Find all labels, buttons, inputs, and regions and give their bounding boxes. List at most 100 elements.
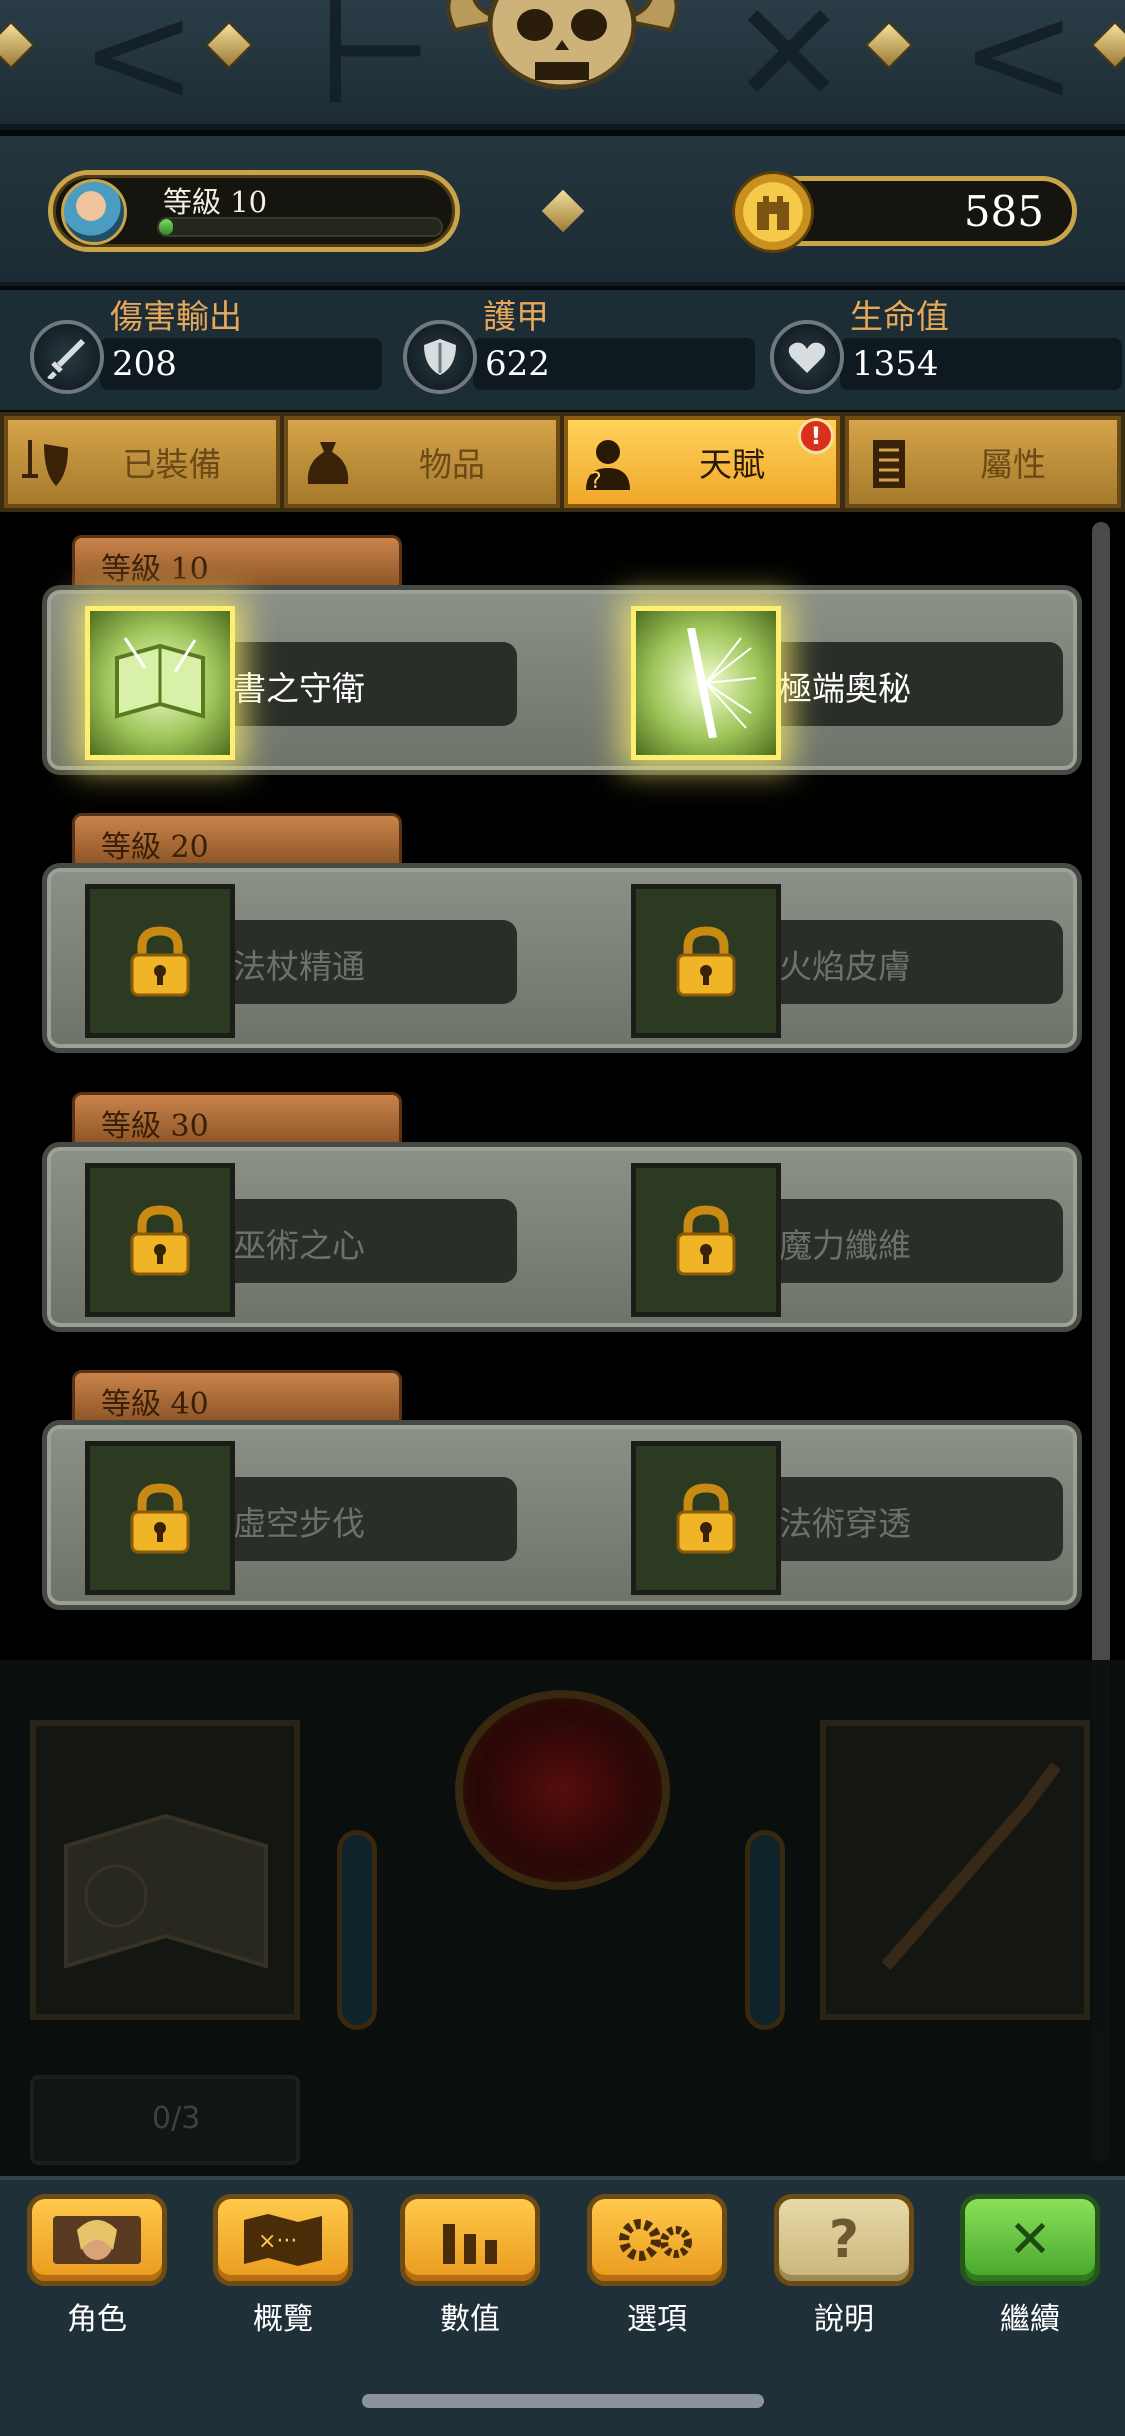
attack-orb[interactable] [455, 1690, 670, 1890]
stats-row: 傷害輸出 208 護甲 622 生命值 1354 [0, 290, 1125, 410]
xp-bar-fill [159, 219, 174, 235]
status-header: 等級 10 585 [0, 136, 1125, 286]
stud-decoration [0, 20, 36, 70]
talent-slot[interactable]: 巫術之心 [67, 1163, 527, 1317]
gold-panel[interactable]: 585 [732, 171, 1077, 253]
bag-icon [307, 442, 349, 484]
spellbook-slot[interactable] [30, 1720, 300, 2020]
talent-name-box: 極端奧秘 [763, 642, 1063, 726]
bar-chart-icon [443, 2224, 497, 2264]
tier-level-label: 等級 40 [101, 1387, 209, 1422]
talent-slot[interactable]: 極端奧秘 [613, 606, 1073, 760]
stat-armor: 護甲 622 [403, 290, 755, 410]
talent-name: 虛空步伐 [233, 1504, 365, 1543]
staff-icon [881, 1762, 1061, 1970]
weapon-slot[interactable] [820, 1720, 1090, 2020]
talent-tier: 等級 40 虛空步伐 法術穿透 [42, 1370, 1082, 1630]
nav-button[interactable]: ? [774, 2194, 914, 2286]
xp-bar [157, 217, 443, 237]
skull-icon [446, 0, 679, 90]
talent-slot[interactable]: 虛空步伐 [67, 1441, 527, 1595]
health-vial [745, 1830, 785, 2030]
talent-name-box: 魔力纖維 [763, 1199, 1063, 1283]
lock-icon [130, 1483, 190, 1554]
talent-slot[interactable]: 書之守衛 [67, 606, 527, 760]
nav-label: 角色 [67, 2302, 127, 2337]
talent-name: 極端奧秘 [779, 669, 911, 708]
tab-talents[interactable]: ? 天賦 ! [564, 416, 840, 508]
tab-label: 天賦 [699, 445, 765, 484]
talent-name: 法術穿透 [779, 1504, 911, 1543]
svg-text:×···: ×··· [258, 2229, 297, 2254]
alert-badge: ! [798, 418, 834, 454]
book-ward-icon [115, 637, 205, 719]
book-icon [64, 1813, 268, 1969]
nav-button[interactable] [587, 2194, 727, 2286]
nav-help[interactable]: ? 說明 [774, 2194, 914, 2344]
stat-value-box: 1354 [840, 338, 1122, 390]
talent-icon-frame [631, 606, 781, 760]
talent-tier: 等級 20 法杖精通 火焰皮膚 [42, 813, 1082, 1073]
level-panel[interactable]: 等級 10 [48, 170, 460, 252]
tier-panel: 虛空步伐 法術穿透 [42, 1420, 1082, 1610]
talent-name-box: 虛空步伐 [217, 1477, 517, 1561]
nav-options[interactable]: 選項 [587, 2194, 727, 2344]
svg-text:?: ? [590, 469, 602, 494]
talent-slot[interactable]: 魔力纖維 [613, 1163, 1073, 1317]
tab-equipped[interactable]: 已裝備 [4, 416, 280, 508]
stat-value: 208 [112, 344, 177, 384]
stud-decoration [864, 20, 914, 70]
stat-value-box: 208 [100, 338, 382, 390]
nav-stats[interactable]: 數值 [400, 2194, 540, 2344]
talent-name-box: 法術穿透 [763, 1477, 1063, 1561]
tier-panel: 書之守衛 極端奧秘 [42, 585, 1082, 775]
rune-decoration: < [960, 0, 1078, 136]
nav-button[interactable]: ×··· [213, 2194, 353, 2286]
talent-icon-frame [85, 884, 235, 1038]
talent-tier: 等級 10 書之守衛 極端奧秘 [42, 535, 1082, 795]
talent-name: 巫術之心 [233, 1226, 365, 1265]
nav-overview[interactable]: ×··· 概覽 [213, 2194, 353, 2344]
rune-decoration: ⊢ [315, 0, 436, 136]
nav-button[interactable] [27, 2194, 167, 2286]
shield-icon [403, 320, 477, 394]
lock-icon [676, 926, 736, 997]
tab-label: 已裝備 [122, 445, 222, 484]
stud-decoration [1090, 20, 1125, 70]
tab-items[interactable]: 物品 [284, 416, 560, 508]
tier-level-label: 等級 20 [101, 830, 209, 865]
nav-button[interactable]: ✕ [960, 2194, 1100, 2286]
stat-value-box: 622 [473, 338, 755, 390]
home-indicator[interactable] [362, 2394, 764, 2408]
stat-label: 護甲 [483, 297, 549, 336]
top-banner: < ⊢ ✕ < [0, 0, 1125, 130]
potion-slot[interactable]: 0/3 [30, 2075, 300, 2165]
nav-character[interactable]: 角色 [27, 2194, 167, 2344]
talent-name: 火焰皮膚 [779, 947, 911, 986]
talent-name-box: 巫術之心 [217, 1199, 517, 1283]
talent-tier: 等級 30 巫術之心 魔力纖維 [42, 1092, 1082, 1352]
nav-label: 繼續 [1000, 2302, 1060, 2337]
avatar [61, 179, 127, 245]
heart-icon [770, 320, 844, 394]
stud-decoration [541, 189, 585, 233]
sword-shield-icon [22, 440, 68, 486]
stat-label: 傷害輸出 [110, 297, 242, 336]
talent-slot[interactable]: 法術穿透 [613, 1441, 1073, 1595]
nav-button[interactable] [400, 2194, 540, 2286]
talent-slot[interactable]: 火焰皮膚 [613, 884, 1073, 1038]
stud-decoration [204, 20, 254, 70]
nav-continue[interactable]: ✕ 繼續 [960, 2194, 1100, 2344]
talent-icon-frame [631, 884, 781, 1038]
talent-icon-frame [631, 1441, 781, 1595]
stat-value: 622 [485, 344, 550, 384]
talent-slot[interactable]: 法杖精通 [67, 884, 527, 1038]
tab-attributes[interactable]: 屬性 [845, 416, 1121, 508]
scroll-icon [873, 440, 905, 488]
talent-icon-frame [85, 606, 235, 760]
stat-label: 生命值 [850, 297, 949, 336]
action-hud: 0/3 [0, 1660, 1125, 2180]
inventory-tabs: 已裝備 物品 ? 天賦 ! 屬性 [0, 412, 1125, 512]
lock-icon [676, 1483, 736, 1554]
map-icon: ×··· [244, 2214, 322, 2266]
